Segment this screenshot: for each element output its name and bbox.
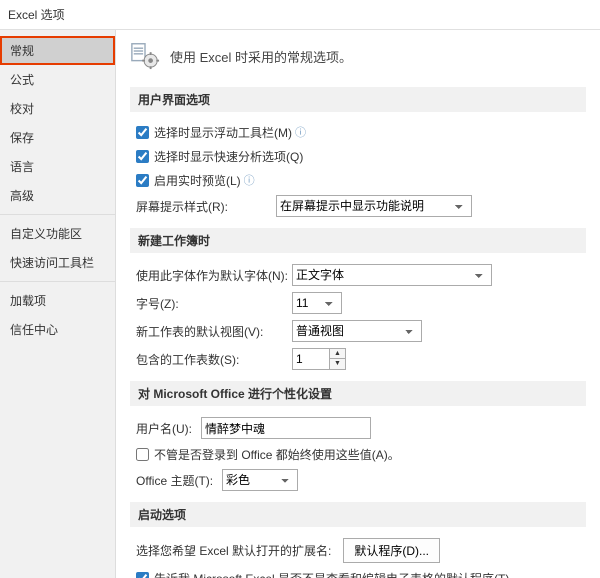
screentip-label: 屏幕提示样式(R): <box>136 198 276 215</box>
main-layout: 常规 公式 校对 保存 语言 高级 自定义功能区 快速访问工具栏 加载项 信任中… <box>0 30 600 578</box>
section-ui-options: 用户界面选项 <box>130 87 586 112</box>
info-icon[interactable]: ⓘ <box>244 172 255 188</box>
default-font-select[interactable]: 正文字体 <box>292 264 492 286</box>
username-label: 用户名(U): <box>136 420 201 437</box>
spinner-down[interactable]: ▼ <box>330 359 345 369</box>
ext-label: 选择您希望 Excel 默认打开的扩展名: <box>136 542 331 559</box>
default-view-select[interactable]: 普通视图 <box>292 320 422 342</box>
content-pane: 使用 Excel 时采用的常规选项。 用户界面选项 选择时显示浮动工具栏(M)ⓘ… <box>116 30 600 578</box>
sidebar-separator <box>0 214 115 215</box>
header-text: 使用 Excel 时采用的常规选项。 <box>170 47 352 66</box>
sidebar-item-advanced[interactable]: 高级 <box>0 181 115 210</box>
default-font-label: 使用此字体作为默认字体(N): <box>136 267 292 284</box>
default-view-label: 新工作表的默认视图(V): <box>136 323 292 340</box>
sidebar-item-addins[interactable]: 加载项 <box>0 286 115 315</box>
section-personalize: 对 Microsoft Office 进行个性化设置 <box>130 381 586 406</box>
screentip-select[interactable]: 在屏幕提示中显示功能说明 <box>276 195 472 217</box>
font-size-label: 字号(Z): <box>136 295 292 312</box>
sidebar: 常规 公式 校对 保存 语言 高级 自定义功能区 快速访问工具栏 加载项 信任中… <box>0 30 116 578</box>
sheet-count-label: 包含的工作表数(S): <box>136 351 292 368</box>
checkbox-always-use[interactable]: 不管是否登录到 Office 都始终使用这些值(A)。 <box>136 446 400 463</box>
sidebar-item-save[interactable]: 保存 <box>0 123 115 152</box>
sidebar-item-quick-access[interactable]: 快速访问工具栏 <box>0 248 115 277</box>
options-icon <box>130 40 160 73</box>
theme-label: Office 主题(T): <box>136 472 222 489</box>
section-startup: 启动选项 <box>130 502 586 527</box>
checkbox-quick-analysis[interactable]: 选择时显示快速分析选项(Q) <box>136 148 303 165</box>
sidebar-item-proofing[interactable]: 校对 <box>0 94 115 123</box>
section-new-workbook: 新建工作簿时 <box>130 228 586 253</box>
sidebar-item-general[interactable]: 常规 <box>0 36 115 65</box>
default-programs-button[interactable]: 默认程序(D)... <box>343 538 440 563</box>
theme-select[interactable]: 彩色 <box>222 469 298 491</box>
username-input[interactable] <box>201 417 371 439</box>
window-title: Excel 选项 <box>0 0 600 30</box>
sidebar-item-trust-center[interactable]: 信任中心 <box>0 315 115 344</box>
sidebar-item-customize-ribbon[interactable]: 自定义功能区 <box>0 219 115 248</box>
spinner-up[interactable]: ▲ <box>330 349 345 359</box>
info-icon[interactable]: ⓘ <box>295 124 306 140</box>
sidebar-item-language[interactable]: 语言 <box>0 152 115 181</box>
checkbox-tell-me[interactable]: 告诉我 Microsoft Excel 是否不是查看和编辑电子表格的默认程序(T… <box>136 570 521 578</box>
sidebar-item-formulas[interactable]: 公式 <box>0 65 115 94</box>
font-size-select[interactable]: 11 <box>292 292 342 314</box>
checkbox-live-preview[interactable]: 启用实时预览(L) <box>136 172 241 189</box>
sheet-count-input[interactable] <box>292 348 330 370</box>
sidebar-separator <box>0 281 115 282</box>
checkbox-mini-toolbar[interactable]: 选择时显示浮动工具栏(M) <box>136 124 292 141</box>
